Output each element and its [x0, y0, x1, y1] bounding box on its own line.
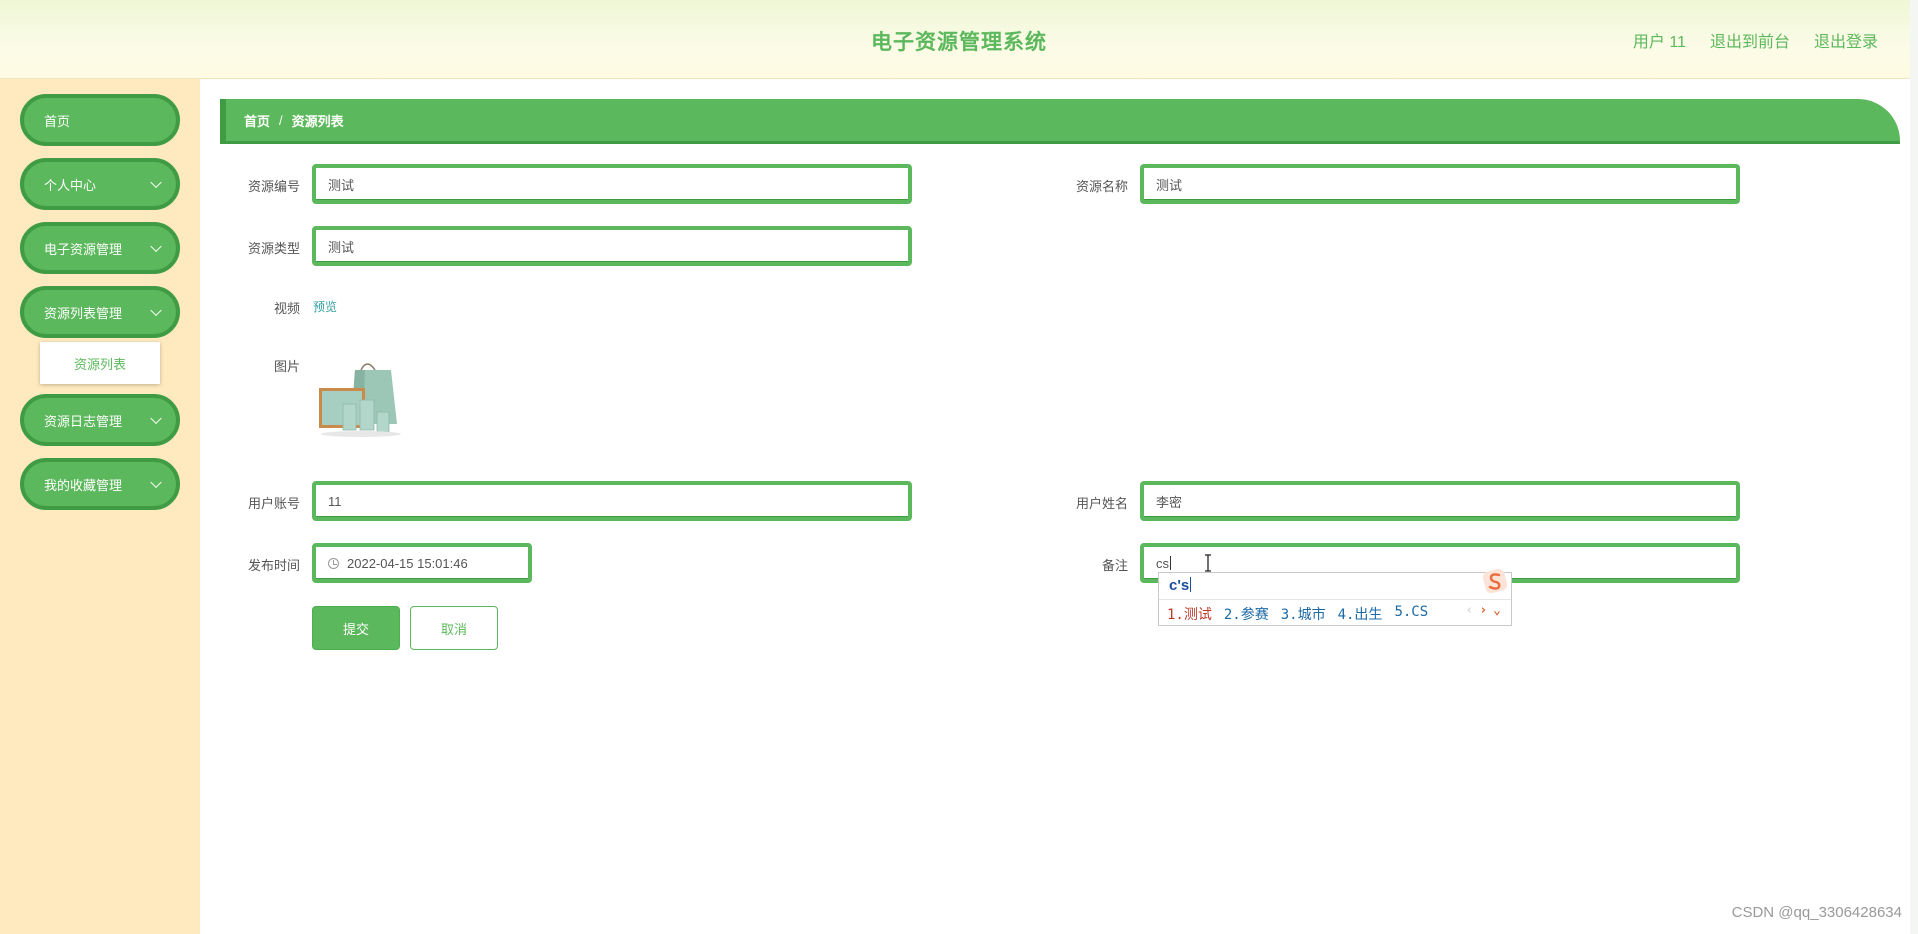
submenu-item-resource-list[interactable]: 资源列表: [40, 342, 160, 384]
video-preview-link[interactable]: 预览: [313, 298, 337, 315]
top-header: 电子资源管理系统 用户 11 退出到前台 退出登录: [0, 0, 1918, 79]
sidebar-item-label: 电子资源管理: [44, 241, 123, 257]
chevron-down-icon: [150, 476, 162, 489]
publish-time-value: 2022-04-15 15:01:46: [347, 555, 468, 571]
remark-label: 备注: [1101, 558, 1128, 573]
sidebar-item-e-resource-mgmt[interactable]: 电子资源管理: [20, 222, 180, 274]
resource-type-input[interactable]: 测试: [312, 226, 912, 266]
publish-time-label: 发布时间: [247, 558, 300, 573]
csdn-watermark: CSDN @qq_3306428634: [1731, 904, 1902, 921]
remark-value: cs: [1156, 555, 1169, 571]
sidebar-item-home[interactable]: 首页: [20, 94, 180, 146]
breadcrumb-current: 资源列表: [291, 113, 344, 129]
user-account-input[interactable]: 11: [312, 481, 912, 521]
app-title: 电子资源管理系统: [871, 31, 1047, 54]
sidebar-item-label: 我的收藏管理: [44, 477, 123, 493]
text-caret: [1170, 556, 1171, 570]
user-account-label: 用户账号: [247, 496, 300, 511]
breadcrumb-home[interactable]: 首页: [244, 111, 270, 130]
resource-no-input[interactable]: 测试: [312, 164, 912, 204]
back-to-front-link[interactable]: 退出到前台: [1710, 28, 1790, 52]
ime-divider: [1159, 599, 1511, 600]
ime-candidate[interactable]: 2.参赛: [1224, 604, 1269, 624]
sidebar-item-resource-log-mgmt[interactable]: 资源日志管理: [20, 394, 180, 446]
resource-type-label: 资源类型: [247, 241, 300, 256]
ime-candidate[interactable]: 1.测试: [1167, 604, 1212, 624]
ime-next-page-icon[interactable]: ›: [1479, 603, 1487, 618]
ime-candidate-list: 1.测试 2.参赛 3.城市 4.出生 5.CS: [1167, 604, 1428, 624]
user-link[interactable]: 用户 11: [1633, 28, 1686, 52]
ime-candidate[interactable]: 4.出生: [1338, 604, 1383, 624]
product-thumbnail-image: [313, 356, 409, 438]
submit-button[interactable]: 提交: [312, 606, 400, 650]
sidebar-item-label: 资源日志管理: [44, 413, 123, 429]
user-name-input[interactable]: 李密: [1140, 481, 1740, 521]
user-name-label: 用户姓名: [1075, 496, 1128, 511]
sidebar-item-personal-center[interactable]: 个人中心: [20, 158, 180, 210]
clock-icon: [328, 557, 339, 569]
ime-candidate[interactable]: 5.CS: [1394, 604, 1428, 624]
cancel-button[interactable]: 取消: [410, 606, 498, 650]
breadcrumb: 首页 / 资源列表: [220, 99, 1900, 141]
ime-caret: [1190, 577, 1192, 592]
breadcrumb-separator: /: [279, 112, 283, 128]
chevron-down-icon: [150, 240, 162, 253]
image-label: 图片: [273, 359, 300, 374]
ime-composition: c's: [1169, 577, 1192, 594]
chevron-down-icon: [150, 304, 162, 317]
header-links: 用户 11 退出到前台 退出登录: [1633, 28, 1878, 52]
ime-nav: ‹ › ⌄: [1466, 603, 1501, 618]
chevron-down-icon: [150, 412, 162, 425]
sidebar-item-my-favorites-mgmt[interactable]: 我的收藏管理: [20, 458, 180, 510]
sidebar: 首页 个人中心 电子资源管理 资源列表管理 资源列表 资源日志管理 我的收藏管理: [0, 79, 200, 934]
ime-candidate[interactable]: 3.城市: [1281, 604, 1326, 624]
publish-time-picker[interactable]: 2022-04-15 15:01:46: [312, 543, 532, 583]
sidebar-item-label: 首页: [44, 113, 71, 129]
resource-name-input[interactable]: 测试: [1140, 164, 1740, 204]
ime-composition-text: c's: [1169, 577, 1190, 594]
resource-name-label: 资源名称: [1075, 179, 1128, 194]
page-edge-strip: [1910, 0, 1918, 934]
sogou-logo-icon: [1482, 568, 1508, 594]
video-label: 视频: [273, 301, 300, 316]
sidebar-item-resource-list-mgmt[interactable]: 资源列表管理: [20, 286, 180, 338]
sidebar-item-label: 个人中心: [44, 177, 97, 193]
ime-prev-page-icon[interactable]: ‹: [1466, 603, 1474, 618]
ime-candidate-popup: c's 1.测试 2.参赛 3.城市 4.出生 5.CS ‹ › ⌄: [1158, 568, 1512, 626]
logout-link[interactable]: 退出登录: [1814, 28, 1878, 52]
resource-no-label: 资源编号: [247, 179, 300, 194]
ibeam-cursor-icon: [1205, 554, 1211, 572]
chevron-down-icon: [150, 176, 162, 189]
ime-expand-icon[interactable]: ⌄: [1493, 603, 1501, 618]
sidebar-item-label: 资源列表管理: [44, 305, 123, 321]
